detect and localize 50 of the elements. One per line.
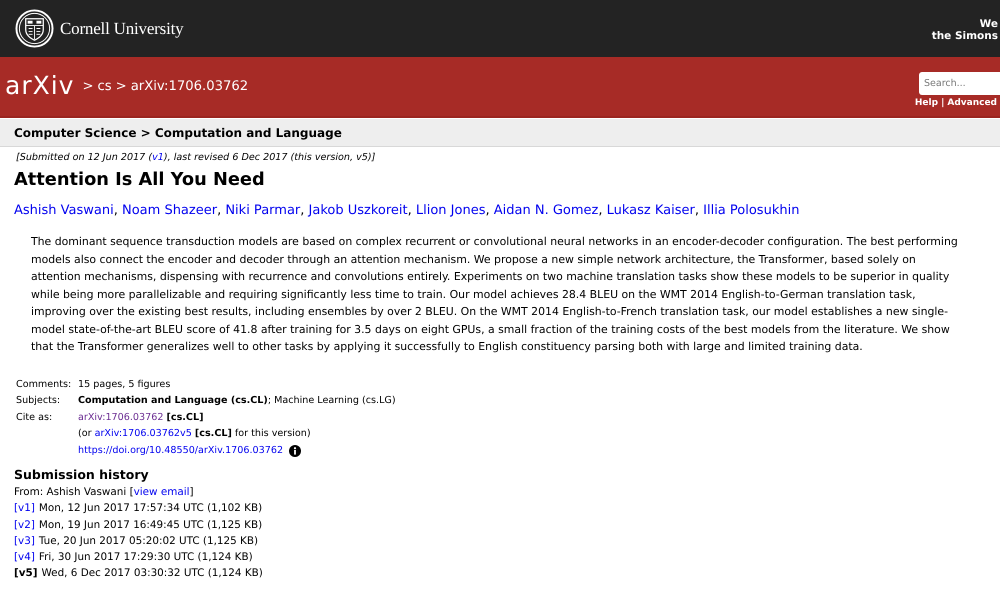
submission-dateline: [Submitted on 12 Jun 2017 (v1), last revised 6 Dec 2017 (this version, v5)] [16, 152, 376, 163]
author-link[interactable]: Illia Polosukhin [703, 203, 800, 218]
author-link[interactable]: Aidan N. Gomez [494, 203, 598, 218]
version-date: Fri, 30 Jun 2017 17:29:30 UTC (1,124 KB) [38, 550, 253, 566]
version-link[interactable]: [v2] [14, 516, 35, 533]
metadata-label: Comments: [16, 378, 72, 392]
link-separator: | [941, 98, 944, 108]
author-link[interactable]: Ashish Vaswani [14, 203, 114, 218]
abstract-text: The dominant sequence transduction models are based on complex recurrent or convolutional neural networks in an encoder-decoder configuration. The best performing models also connect the encoder and decoder through an attention mechanism. We propose a new simple network architecture, the Transformer, based solely on attention mechanisms, dispensing with recurrence and convolutions entirely. Experiments on two machine translation tasks show these models to be superior in quality while being more parallelizable and requiring significantly less time to train. Our model achieves 28.4 BLEU on the WMT 2014 English-to-German translation task, improving over the existing best results, including ensembles by over 2 BLEU. On the WMT 2014 English-to-French translation task, our model establishes a new single-model state-of-the-art BLEU score of 41.8 after training for 3.5 days on eight GPUs, a small fraction of the training costs of the best models from the literature. We show that the Transformer generalizes well to other tasks by applying it successfully to English constituency parsing both with large and limited training data. [31, 234, 959, 355]
author-link[interactable]: Niki Parmar [225, 203, 300, 218]
metadata-value: Computation and Language (cs.CL); Machine Learning (cs.LG) [78, 394, 396, 408]
author-link[interactable]: Llion Jones [416, 203, 486, 218]
category-title: Computer Science > Computation and Language [14, 126, 342, 140]
seal-icon[interactable] [15, 9, 54, 48]
version-link[interactable]: [v1] [14, 500, 35, 517]
metadata-label: Subjects: [16, 394, 62, 408]
author-link[interactable]: Lukasz Kaiser [606, 203, 695, 218]
nav-link[interactable]: Advanced [947, 98, 997, 108]
author-link[interactable]: Noam Shazeer [122, 203, 218, 218]
nav-link[interactable]: Help [914, 98, 938, 108]
author-link[interactable]: Jakob Uszkoreit [308, 203, 408, 218]
breadcrumb-separator: > [116, 79, 127, 94]
version-date: Wed, 6 Dec 2017 03:30:32 UTC (1,124 KB) [42, 566, 263, 582]
version-date: Mon, 19 Jun 2017 16:49:45 UTC (1,125 KB) [38, 518, 262, 533]
breadcrumb-link[interactable]: cs [98, 79, 112, 94]
site-logo[interactable]: arXiv [5, 71, 74, 100]
email-link[interactable]: view email [134, 486, 190, 498]
version-date: Mon, 12 Jun 2017 17:57:34 UTC (1,102 KB) [38, 501, 262, 516]
citation-link[interactable]: arXiv:1706.03762v5 [94, 428, 192, 439]
section-heading: Submission history [14, 467, 149, 482]
version-link[interactable]: [v3] [14, 532, 35, 550]
citation-link[interactable]: https://doi.org/10.48550/arXiv.1706.03762 [78, 442, 284, 459]
version-link[interactable]: v1 [152, 152, 164, 163]
citation-text: arXiv:1706.03762 [cs.CL] [78, 410, 204, 424]
info-icon[interactable] [289, 444, 302, 457]
current-version-text: [v5] [14, 566, 38, 582]
institution-name[interactable]: Cornell University [60, 18, 184, 38]
paper-id-text: arXiv:1706.03762 [130, 79, 248, 94]
citation-link[interactable]: arXiv:1706.03762 [78, 412, 164, 422]
version-date: Tue, 20 Jun 2017 05:20:02 UTC (1,125 KB) [38, 534, 258, 549]
metadata-label: Cite as: [16, 410, 54, 424]
version-link[interactable]: [v4] [14, 549, 35, 566]
citation-text: (or arXiv:1706.03762v5 [cs.CL] for this version) [78, 427, 311, 441]
paper-title: Attention Is All You Need [14, 169, 265, 190]
author-list: Ashish Vaswani, Noam Shazeer, Niki Parmar, Jakob Uszkoreit, Llion Jones, Aidan N. Gomez, Lukasz Kaiser, Illia Polosukhin [14, 203, 800, 218]
breadcrumb-separator: > [82, 79, 94, 94]
submitter-line: From: Ashish Vaswani [view email] [14, 485, 195, 500]
metadata-value: 15 pages, 5 figures [78, 378, 172, 392]
search-field[interactable]: Search... [919, 72, 1000, 94]
support-message: We the Simons [932, 18, 999, 42]
